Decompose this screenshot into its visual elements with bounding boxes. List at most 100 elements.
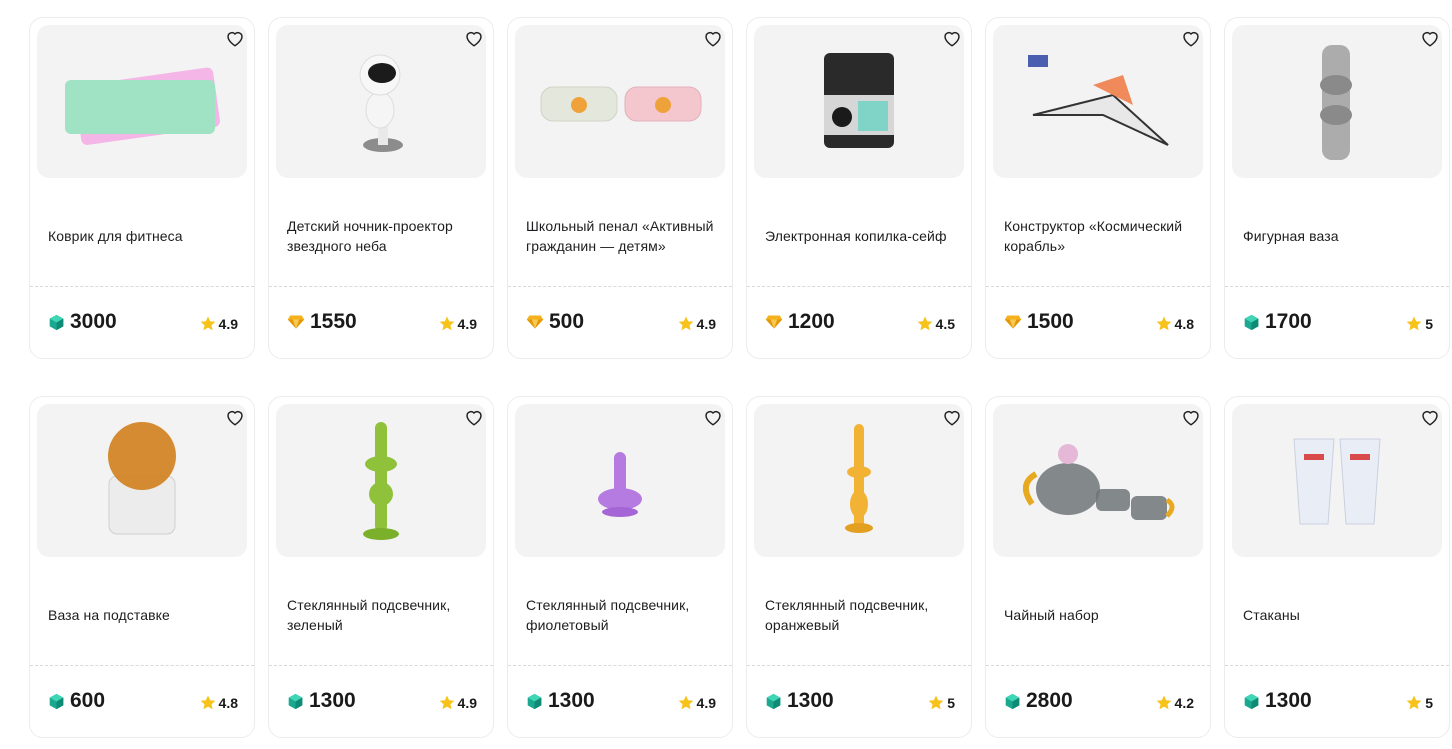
product-image[interactable] (993, 404, 1203, 557)
product-card[interactable]: Стеклянный подсвечник, оранжевый 1300 5 (746, 396, 972, 738)
product-price: 500 (526, 310, 584, 334)
product-title[interactable]: Школьный пенал «Активный гражданин — дет… (526, 216, 718, 256)
crystal-icon (1005, 693, 1020, 709)
product-image[interactable] (754, 404, 964, 557)
heart-outline-icon (1422, 31, 1438, 47)
favorite-button[interactable] (222, 25, 248, 51)
product-card[interactable]: Электронная копилка-сейф 1200 4.5 (746, 17, 972, 359)
product-card[interactable]: Стеклянный подсвечник, фиолетовый 1300 4… (507, 396, 733, 738)
space-ship-image (1028, 55, 1169, 146)
star-icon (917, 316, 932, 331)
favorite-button[interactable] (461, 25, 487, 51)
product-image[interactable] (993, 25, 1203, 178)
rating-value: 4.2 (1174, 695, 1194, 711)
product-title[interactable]: Коврик для фитнеса (48, 226, 183, 246)
candle-green-image (363, 422, 399, 540)
divider (747, 286, 971, 287)
favorite-button[interactable] (1178, 404, 1204, 430)
favorite-button[interactable] (939, 404, 965, 430)
product-card[interactable]: Коврик для фитнеса 3000 4.9 (29, 17, 255, 359)
product-image[interactable] (37, 25, 247, 178)
product-rating: 4.5 (916, 315, 955, 333)
tea-set-image (1023, 444, 1175, 520)
pencil-cases-image (540, 86, 702, 122)
product-rating: 4.8 (1155, 315, 1194, 333)
price-value: 1700 (1265, 310, 1312, 333)
price-value: 1550 (310, 310, 357, 333)
product-card[interactable]: Конструктор «Космический корабль» 1500 4… (985, 17, 1211, 359)
product-title[interactable]: Детский ночник-проектор звездного неба (287, 216, 479, 256)
star-icon (678, 695, 693, 710)
product-image[interactable] (37, 404, 247, 557)
star-icon (928, 695, 944, 710)
product-price: 1300 (1243, 689, 1312, 713)
product-image[interactable] (754, 25, 964, 178)
favorite-button[interactable] (1178, 25, 1204, 51)
product-title[interactable]: Электронная копилка-сейф (765, 226, 947, 246)
product-title[interactable]: Фигурная ваза (1243, 226, 1339, 246)
product-price: 1550 (287, 310, 357, 334)
product-rating: 4.9 (199, 315, 238, 333)
product-card[interactable]: Детский ночник-проектор звездного неба 1… (268, 17, 494, 359)
favorite-button[interactable] (700, 25, 726, 51)
favorite-button[interactable] (700, 404, 726, 430)
heart-outline-icon (466, 410, 482, 426)
product-rating: 4.8 (199, 694, 238, 712)
price-value: 3000 (70, 310, 117, 333)
heart-outline-icon (227, 31, 243, 47)
product-image[interactable] (515, 404, 725, 557)
product-card[interactable]: Чайный набор 2800 4.2 (985, 396, 1211, 738)
favorite-button[interactable] (461, 404, 487, 430)
glasses-image (1293, 438, 1381, 525)
product-rating: 5 (1405, 315, 1433, 333)
product-image[interactable] (276, 404, 486, 557)
rating-value: 4.8 (1174, 316, 1194, 332)
heart-outline-icon (944, 31, 960, 47)
product-card[interactable]: Стаканы 1300 5 (1224, 396, 1450, 738)
product-title[interactable]: Конструктор «Космический корабль» (1004, 216, 1196, 256)
product-image[interactable] (276, 25, 486, 178)
product-price: 3000 (48, 310, 117, 334)
rating-value: 4.5 (935, 316, 955, 332)
product-title[interactable]: Стеклянный подсвечник, зеленый (287, 595, 479, 635)
divider (508, 665, 732, 666)
diamond-icon (287, 315, 305, 329)
favorite-button[interactable] (1417, 25, 1443, 51)
favorite-button[interactable] (939, 25, 965, 51)
product-image[interactable] (1232, 25, 1442, 178)
product-image[interactable] (1232, 404, 1442, 557)
rating-value: 5 (1425, 316, 1433, 332)
product-card[interactable]: Фигурная ваза 1700 5 (1224, 17, 1450, 359)
product-card[interactable]: Школьный пенал «Активный гражданин — дет… (507, 17, 733, 359)
heart-outline-icon (1422, 410, 1438, 426)
star-icon (678, 316, 693, 331)
rating-value: 4.9 (457, 695, 477, 711)
price-value: 1500 (1027, 310, 1074, 333)
product-image[interactable] (515, 25, 725, 178)
rating-value: 4.9 (218, 316, 238, 332)
divider (986, 286, 1210, 287)
heart-outline-icon (944, 410, 960, 426)
star-icon (200, 695, 215, 710)
product-card[interactable]: Ваза на подставке 600 4.8 (29, 396, 255, 738)
rating-value: 4.9 (696, 695, 716, 711)
candle-violet-image (598, 452, 642, 517)
crystal-icon (1244, 693, 1259, 709)
crystal-icon (1244, 314, 1259, 330)
diamond-icon (765, 315, 783, 329)
product-title[interactable]: Ваза на подставке (48, 605, 170, 625)
product-title[interactable]: Стеклянный подсвечник, фиолетовый (526, 595, 718, 635)
product-title[interactable]: Чайный набор (1004, 605, 1099, 625)
favorite-button[interactable] (1417, 404, 1443, 430)
product-title[interactable]: Стеклянный подсвечник, оранжевый (765, 595, 957, 635)
product-price: 1300 (287, 689, 356, 713)
rating-value: 5 (1425, 695, 1433, 711)
product-card[interactable]: Стеклянный подсвечник, зеленый 1300 4.9 (268, 396, 494, 738)
product-price: 1500 (1004, 310, 1074, 334)
favorite-button[interactable] (222, 404, 248, 430)
star-icon (1156, 316, 1171, 331)
product-grid: Коврик для фитнеса 3000 4.9 Детский ночн… (29, 17, 1450, 738)
product-title[interactable]: Стаканы (1243, 605, 1300, 625)
astronaut-projector-image (359, 54, 403, 152)
heart-outline-icon (466, 31, 482, 47)
